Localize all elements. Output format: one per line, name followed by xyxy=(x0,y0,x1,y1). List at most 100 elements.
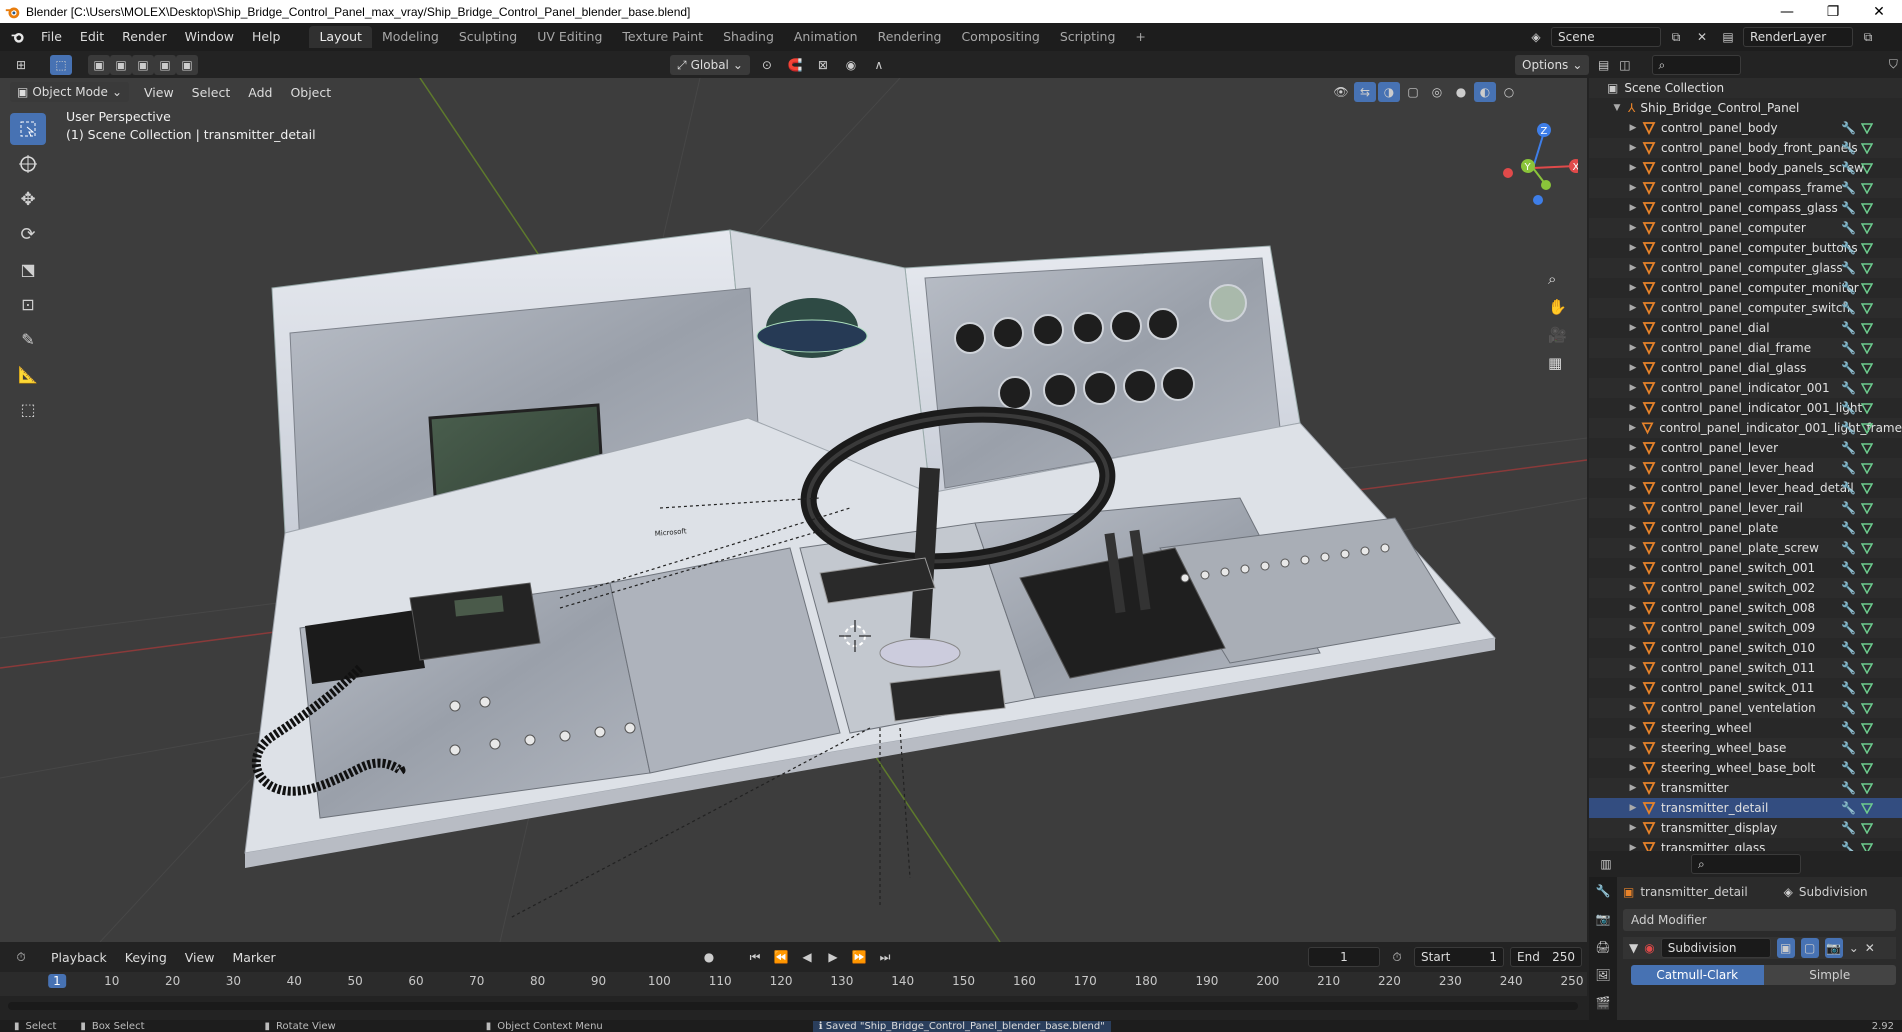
outliner-item[interactable]: ▶ control_panel_indicator_001_light 🔧 xyxy=(1589,398,1902,418)
frame-tick[interactable]: 170 xyxy=(1074,974,1097,988)
render-tab-icon[interactable]: 📷 xyxy=(1589,905,1617,933)
frame-tick[interactable]: 210 xyxy=(1317,974,1340,988)
next-keyframe-icon[interactable]: ⏩ xyxy=(848,947,870,967)
mesh-data-icon[interactable] xyxy=(1861,662,1873,674)
tool-scale[interactable]: ⬔ xyxy=(10,253,46,285)
pivot-point-icon[interactable]: ⊙ xyxy=(756,55,778,75)
frame-tick[interactable]: 180 xyxy=(1135,974,1158,988)
modifier-wrench-icon[interactable]: 🔧 xyxy=(1841,401,1856,415)
render-layer-field[interactable]: RenderLayer xyxy=(1743,27,1853,47)
selection-mode-intersect-icon[interactable]: ▣ xyxy=(176,54,198,75)
delete-scene-icon[interactable]: ✕ xyxy=(1691,27,1713,47)
outliner-item[interactable]: ▶ steering_wheel 🔧 xyxy=(1589,718,1902,738)
record-icon[interactable]: ● xyxy=(698,947,720,967)
new-layer-icon[interactable]: ⧉ xyxy=(1857,27,1879,47)
modifier-wrench-icon[interactable]: 🔧 xyxy=(1841,721,1856,735)
modifier-wrench-icon[interactable]: 🔧 xyxy=(1841,201,1856,215)
play-reverse-icon[interactable]: ◀ xyxy=(796,947,818,967)
frame-tick[interactable]: 130 xyxy=(830,974,853,988)
expand-icon[interactable]: ▶ xyxy=(1627,643,1639,653)
mesh-data-icon[interactable] xyxy=(1861,202,1873,214)
mesh-data-icon[interactable] xyxy=(1861,582,1873,594)
modifier-wrench-icon[interactable]: 🔧 xyxy=(1841,121,1856,135)
modifier-wrench-icon[interactable]: 🔧 xyxy=(1841,681,1856,695)
scene-icon[interactable]: ◈ xyxy=(1525,27,1547,47)
expand-icon[interactable]: ▶ xyxy=(1627,763,1639,773)
expand-icon[interactable]: ▶ xyxy=(1627,603,1639,613)
modifier-name-field[interactable]: Subdivision xyxy=(1660,938,1771,958)
solid-shading-icon[interactable]: ● xyxy=(1450,82,1472,102)
frame-tick[interactable]: 200 xyxy=(1256,974,1279,988)
expand-icon[interactable]: ▶ xyxy=(1627,483,1639,493)
outliner-item[interactable]: ▶ control_panel_body_front_panels 🔧 xyxy=(1589,138,1902,158)
expand-icon[interactable]: ▶ xyxy=(1627,363,1639,373)
expand-icon[interactable]: ▶ xyxy=(1627,203,1639,213)
current-frame-marker[interactable]: 1 xyxy=(48,974,66,988)
options-dropdown[interactable]: Options ⌄ xyxy=(1515,54,1590,75)
expand-icon[interactable]: ▶ xyxy=(1627,163,1639,173)
modifier-wrench-icon[interactable]: 🔧 xyxy=(1841,381,1856,395)
selection-mode-extend-icon[interactable]: ▣ xyxy=(110,54,132,75)
selection-mode-invert-icon[interactable]: ▣ xyxy=(154,54,176,75)
zoom-icon[interactable]: ⌕ xyxy=(1548,270,1567,288)
modifier-wrench-icon[interactable]: 🔧 xyxy=(1841,301,1856,315)
outliner-item[interactable]: ▶ control_panel_computer_monitor 🔧 xyxy=(1589,278,1902,298)
expand-icon[interactable]: ▶ xyxy=(1627,423,1638,433)
tab-shading[interactable]: Shading xyxy=(713,26,784,48)
outliner-item[interactable]: ▶ steering_wheel_base 🔧 xyxy=(1589,738,1902,758)
mesh-data-icon[interactable] xyxy=(1861,542,1873,554)
tab-sculpting[interactable]: Sculpting xyxy=(449,26,527,48)
end-frame-field[interactable]: End 250 xyxy=(1510,947,1582,967)
expand-icon[interactable]: ▶ xyxy=(1627,403,1639,413)
menu-render[interactable]: Render xyxy=(113,23,176,51)
frame-tick[interactable]: 150 xyxy=(952,974,975,988)
tab-uv-editing[interactable]: UV Editing xyxy=(527,26,612,48)
scene-name-field[interactable]: Scene xyxy=(1551,27,1661,47)
frame-tick[interactable]: 60 xyxy=(408,974,423,988)
tool-select-box[interactable] xyxy=(10,113,46,145)
expand-icon[interactable]: ▶ xyxy=(1627,843,1639,851)
mesh-data-icon[interactable] xyxy=(1861,502,1873,514)
outliner-item[interactable]: ▶ transmitter_glass 🔧 xyxy=(1589,838,1902,851)
render-toggle-icon[interactable]: 📷 xyxy=(1824,938,1843,958)
expand-icon[interactable]: ▶ xyxy=(1627,123,1639,133)
expand-icon[interactable]: ▶ xyxy=(1627,263,1639,273)
tab-modeling[interactable]: Modeling xyxy=(372,26,449,48)
tool-tab-icon[interactable]: 🔧 xyxy=(1589,877,1617,905)
outliner-item[interactable]: ▶ transmitter 🔧 xyxy=(1589,778,1902,798)
navigation-gizmo[interactable]: Z X Y ⌕ ✋ 🎥 ▦ xyxy=(1488,108,1583,372)
expand-icon[interactable]: ▶ xyxy=(1627,283,1639,293)
frame-tick[interactable]: 190 xyxy=(1195,974,1218,988)
frame-tick[interactable]: 140 xyxy=(891,974,914,988)
pan-hand-icon[interactable]: ✋ xyxy=(1548,298,1567,316)
expand-icon[interactable]: ▶ xyxy=(1627,743,1639,753)
snap-target-icon[interactable]: ⊠ xyxy=(812,55,834,75)
menu-keying[interactable]: Keying xyxy=(116,950,176,965)
material-shading-icon[interactable]: ◐ xyxy=(1474,82,1496,102)
mesh-data-icon[interactable] xyxy=(1861,242,1873,254)
add-modifier-button[interactable]: Add Modifier xyxy=(1623,909,1896,931)
tab-texture-paint[interactable]: Texture Paint xyxy=(612,26,713,48)
outliner-item[interactable]: ▶ control_panel_switch_001 🔧 xyxy=(1589,558,1902,578)
outliner-search-input[interactable]: ⌕ xyxy=(1651,54,1741,75)
expand-icon[interactable]: ▶ xyxy=(1627,343,1639,353)
mesh-data-icon[interactable] xyxy=(1861,342,1873,354)
modifier-wrench-icon[interactable]: 🔧 xyxy=(1841,641,1856,655)
outliner-editor-type-icon[interactable]: ▤ xyxy=(1595,55,1612,75)
outliner-item[interactable]: ▶ transmitter_display 🔧 xyxy=(1589,818,1902,838)
mesh-data-icon[interactable] xyxy=(1861,682,1873,694)
outliner-item[interactable]: ▶ control_panel_body 🔧 xyxy=(1589,118,1902,138)
blender-menu-icon[interactable] xyxy=(10,29,26,45)
mesh-data-icon[interactable] xyxy=(1861,282,1873,294)
play-icon[interactable]: ▶ xyxy=(822,947,844,967)
outliner-item[interactable]: ▶ control_panel_dial_glass 🔧 xyxy=(1589,358,1902,378)
minimize-button[interactable]: — xyxy=(1764,0,1810,23)
mesh-data-icon[interactable] xyxy=(1861,562,1873,574)
jump-start-icon[interactable]: ⏮ xyxy=(744,947,766,967)
modifier-wrench-icon[interactable]: 🔧 xyxy=(1841,701,1856,715)
frame-tick[interactable]: 10 xyxy=(104,974,119,988)
modifier-wrench-icon[interactable]: 🔧 xyxy=(1841,141,1856,155)
collection-row[interactable]: ▼ ⅄ Ship_Bridge_Control_Panel xyxy=(1589,98,1902,118)
outliner-item[interactable]: ▶ control_panel_switch_011 🔧 xyxy=(1589,658,1902,678)
outliner-item[interactable]: ▶ control_panel_switck_011 🔧 xyxy=(1589,678,1902,698)
